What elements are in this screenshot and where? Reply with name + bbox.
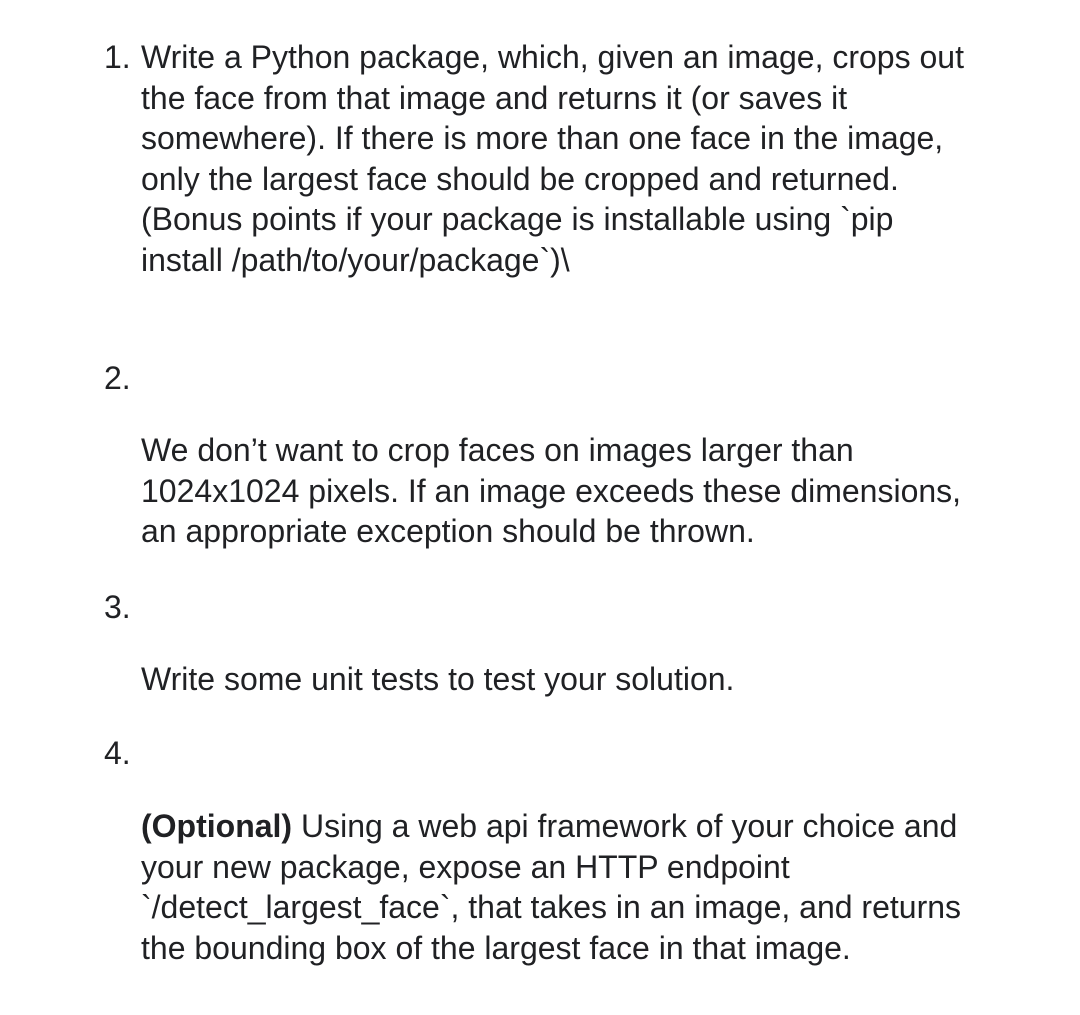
list-number-1: 1. <box>104 39 131 75</box>
item-1-line-3: somewhere). If there is more than one fa… <box>141 120 944 156</box>
item-2-line-1: We don’t want to crop faces on images la… <box>141 432 854 468</box>
item-4-line-2: your new package, expose an HTTP endpoin… <box>141 848 790 885</box>
item-1-line-6: install /path/to/your/package`)\ <box>141 241 570 278</box>
item-4-line-4: the bounding box of the largest face in … <box>141 929 851 966</box>
item-4-line-1: (Optional) Using a web api framework of … <box>141 806 1061 847</box>
item-1-line-1: Write a Python package, which, given an … <box>141 39 964 75</box>
item-2-text: We don’t want to crop faces on images la… <box>141 430 1061 552</box>
item-1-text: Write a Python package, which, given an … <box>141 37 1061 280</box>
item-1-line-2: the face from that image and returns it … <box>141 79 848 116</box>
item-3-text: Write some unit tests to test your solut… <box>141 659 1061 700</box>
item-4-line-1-rest: Using a web api framework of your choice… <box>292 808 958 844</box>
item-2-line-3: an appropriate exception should be throw… <box>141 513 755 549</box>
list-number-2: 2. <box>104 360 131 396</box>
item-4-text: (Optional) Using a web api framework of … <box>141 806 1061 968</box>
item-2-line-2: 1024x1024 pixels. If an image exceeds th… <box>141 472 962 509</box>
list-number-4: 4. <box>104 735 131 771</box>
optional-label: (Optional) <box>141 808 293 844</box>
item-1-line-5: (Bonus points if your package is install… <box>141 201 894 237</box>
list-number-3: 3. <box>104 589 131 625</box>
item-3-line-1: Write some unit tests to test your solut… <box>141 661 735 697</box>
item-1-line-4: only the largest face should be cropped … <box>141 160 899 197</box>
item-4-line-3: `/detect_largest_face`, that takes in an… <box>141 889 962 925</box>
